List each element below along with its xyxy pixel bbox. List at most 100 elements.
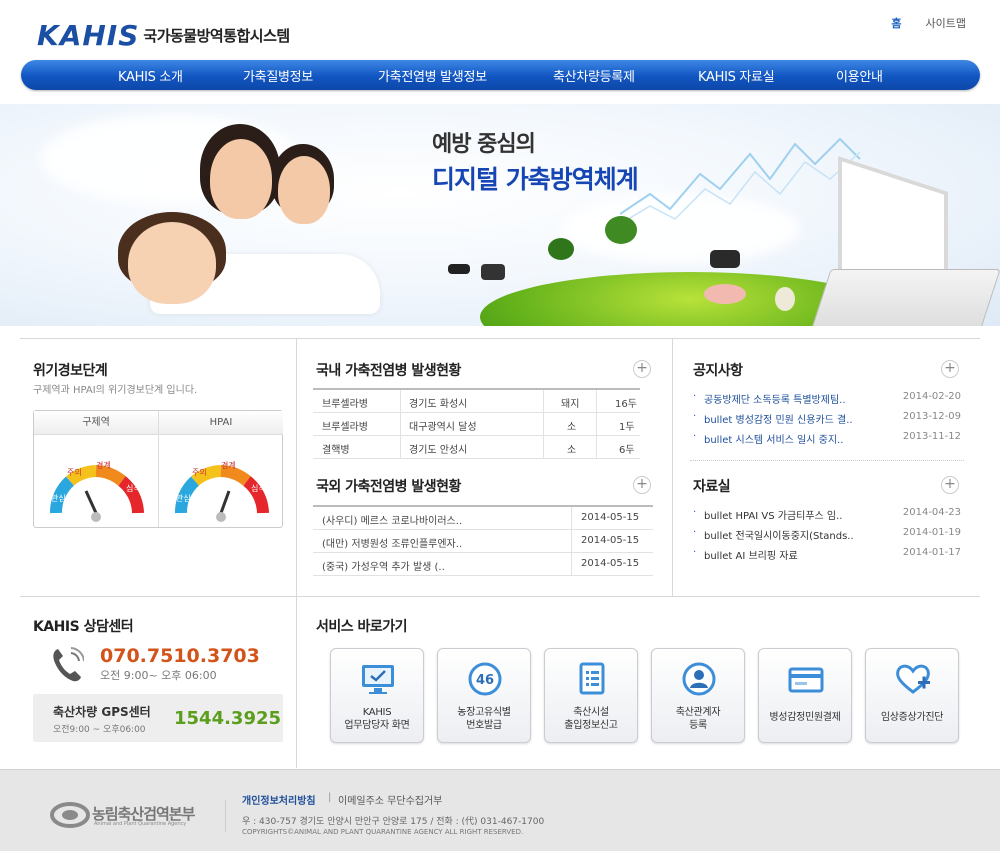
library-item-date: 2014-01-19 xyxy=(902,527,961,538)
bullet-icon: · xyxy=(693,391,697,402)
nav-item-usage-guide[interactable]: 이용안내 xyxy=(836,66,883,85)
bullet-icon: · xyxy=(693,431,697,442)
date-cell: 2014-05-15 xyxy=(581,535,640,546)
service-tile-clinical-diagnosis[interactable]: 임상증상가진단 xyxy=(865,648,959,743)
list-item[interactable]: · bullet 병성감정 민원 신용카드 결.. 2013-12-09 xyxy=(693,411,961,427)
gps-center-title: 축산차량 GPS센터 xyxy=(53,705,151,719)
heart-plus-icon xyxy=(896,664,930,694)
phone-icon xyxy=(53,647,84,682)
person-icon xyxy=(682,662,716,696)
divider xyxy=(20,338,980,339)
animal-cell: 돼지 xyxy=(561,399,580,410)
tree-icon xyxy=(605,216,637,244)
list-item[interactable]: · bullet 시스템 서비스 일시 중지.. 2013-11-12 xyxy=(693,431,961,447)
kahis-logo[interactable]: KAHIS 국가동물방역통합시스템 xyxy=(37,19,290,52)
gauge-level-label: 주의 xyxy=(67,467,82,477)
notice-item-date: 2013-11-12 xyxy=(902,431,961,442)
overseas-title-cell: (대만) 저병원성 조류인플루엔자.. xyxy=(322,539,463,550)
domestic-more-icon[interactable]: + xyxy=(633,360,651,378)
email-policy-link[interactable]: 이메일주소 무단수집거부 xyxy=(338,792,442,807)
library-item-title[interactable]: bullet AI 브리핑 자료 xyxy=(704,547,798,562)
footer-link-separator: | xyxy=(328,792,332,803)
nav-item-outbreak-info[interactable]: 가축전염병 발생정보 xyxy=(378,66,487,85)
list-item[interactable]: · bullet 전국일시이동중지(Stands.. 2014-01-19 xyxy=(693,527,961,543)
table-row[interactable]: (중국) 가성우역 추가 발생 (.. 2014-05-15 xyxy=(313,553,653,576)
date-cell: 2014-05-15 xyxy=(581,512,640,523)
list-item[interactable]: · 공동방제단 소독등록 특별방제팀.. 2014-02-20 xyxy=(693,391,961,407)
disease-cell: 브루셀라병 xyxy=(322,399,368,410)
overseas-more-icon[interactable]: + xyxy=(633,476,651,494)
service-tile-label: 병성감정민원결제 xyxy=(769,712,841,723)
gps-center-phone: 1544.3925 xyxy=(174,708,282,729)
hero-headline-2: 디지털 가축방역체계 xyxy=(432,165,639,194)
cow-icon xyxy=(448,264,470,274)
list-item[interactable]: · bullet HPAI VS 가금티푸스 임.. 2014-04-23 xyxy=(693,507,961,523)
gauge-level-label: 경계 xyxy=(221,460,236,470)
system-name: 국가동물방역통합시스템 xyxy=(143,26,290,45)
cow-icon xyxy=(481,264,505,280)
notice-more-icon[interactable]: + xyxy=(941,360,959,378)
gauge-level-label: 주의 xyxy=(192,467,207,477)
man-face xyxy=(278,156,330,224)
service-tile-kahis-staff[interactable]: KAHIS 업무담당자 화면 xyxy=(330,648,424,743)
service-tile-payment[interactable]: 병성감정민원결제 xyxy=(758,648,852,743)
table-row[interactable]: (사우디) 메르스 코로나바이러스.. 2014-05-15 xyxy=(313,507,653,530)
disease-cell: 브루셀라병 xyxy=(322,422,368,433)
nav-item-kahis-intro[interactable]: KAHIS 소개 xyxy=(118,66,183,85)
notice-item-title[interactable]: bullet 병성감정 민원 신용카드 결.. xyxy=(704,411,853,426)
bullet-icon: · xyxy=(693,547,697,558)
service-tile-label: KAHIS 업무담당자 화면 xyxy=(344,707,410,731)
document-list-icon xyxy=(579,662,605,695)
counsel-phone-number: 070.7510.3703 xyxy=(100,645,260,667)
counsel-hours: 오전 9:00~ 오후 06:00 xyxy=(100,669,217,682)
service-tile-stakeholder-register[interactable]: 축산관계자 등록 xyxy=(651,648,745,743)
region-cell: 대구광역시 달성 xyxy=(409,422,477,433)
footer: 농림축산검역본부 Animal and Plant Quarantine Age… xyxy=(0,769,1000,851)
hpai-gauge: HPAI 관심 주의 경계 심각 xyxy=(159,411,283,527)
agency-logo-icon xyxy=(50,802,90,828)
gauge-needle xyxy=(219,490,231,514)
cow-icon xyxy=(710,250,740,268)
region-cell: 경기도 화성시 xyxy=(409,399,468,410)
table-row[interactable]: 브루셀라병 대구광역시 달성 소 1두 xyxy=(313,413,640,436)
gauge-title: 구제역 xyxy=(34,411,158,435)
domestic-outbreak-title: 국내 가축전염병 발생현황 xyxy=(316,363,461,379)
risk-gauge-panel: 구제역 관심 주의 경계 심각 HPAI 관심 주의 경계 심각 xyxy=(33,410,283,528)
svg-text:46: 46 xyxy=(476,673,494,688)
main-navigation: KAHIS 소개 가축질병정보 가축전염병 발생정보 축산차량등록제 KAHIS… xyxy=(21,60,980,90)
nav-item-vehicle-registration[interactable]: 축산차량등록제 xyxy=(553,66,635,85)
gps-center-hours: 오전9:00 ~ 오후06:00 xyxy=(53,725,146,735)
agency-name-en: Animal and Plant Quarantine Agency xyxy=(94,821,187,827)
region-cell: 경기도 안성시 xyxy=(409,445,468,456)
divider xyxy=(225,800,226,832)
services-title: 서비스 바로가기 xyxy=(316,619,408,635)
list-item[interactable]: · bullet AI 브리핑 자료 2014-01-17 xyxy=(693,547,961,563)
service-tile-farm-id[interactable]: 46 농장고유식별 번호발급 xyxy=(437,648,531,743)
nav-item-kahis-library[interactable]: KAHIS 자료실 xyxy=(698,66,775,85)
risk-level-description: 구제역과 HPAI의 위기경보단계 입니다. xyxy=(33,385,198,396)
library-item-title[interactable]: bullet HPAI VS 가금티푸스 임.. xyxy=(704,507,842,522)
table-row[interactable]: 결핵병 경기도 안성시 소 6두 xyxy=(313,436,640,459)
woman-face xyxy=(210,139,272,219)
sitemap-link[interactable]: 사이트맵 xyxy=(926,15,966,31)
nav-item-disease-info[interactable]: 가축질병정보 xyxy=(243,66,313,85)
library-more-icon[interactable]: + xyxy=(941,476,959,494)
table-row[interactable]: 브루셀라병 경기도 화성시 돼지 16두 xyxy=(313,390,640,413)
home-link[interactable]: 홈 xyxy=(891,15,901,31)
count-cell: 6두 xyxy=(619,445,635,456)
fmd-gauge: 구제역 관심 주의 경계 심각 xyxy=(34,411,158,527)
gauge-level-label: 심각 xyxy=(126,483,141,493)
library-item-title[interactable]: bullet 전국일시이동중지(Stands.. xyxy=(704,527,854,542)
table-row[interactable]: (대만) 저병원성 조류인플루엔자.. 2014-05-15 xyxy=(313,530,653,553)
gauge-title: HPAI xyxy=(159,411,283,435)
divider xyxy=(672,338,673,596)
credit-card-icon xyxy=(788,667,824,693)
privacy-policy-link[interactable]: 개인정보처리방침 xyxy=(242,792,316,807)
service-tile-label: 임상증상가진단 xyxy=(880,712,944,723)
service-tile-facility-access[interactable]: 축산시설 출입정보신고 xyxy=(544,648,638,743)
notice-item-title[interactable]: 공동방제단 소독등록 특별방제팀.. xyxy=(704,391,846,406)
library-item-date: 2014-04-23 xyxy=(902,507,961,518)
library-title: 자료실 xyxy=(693,479,731,495)
notice-item-title[interactable]: bullet 시스템 서비스 일시 중지.. xyxy=(704,431,843,446)
bullet-icon: · xyxy=(693,527,697,538)
